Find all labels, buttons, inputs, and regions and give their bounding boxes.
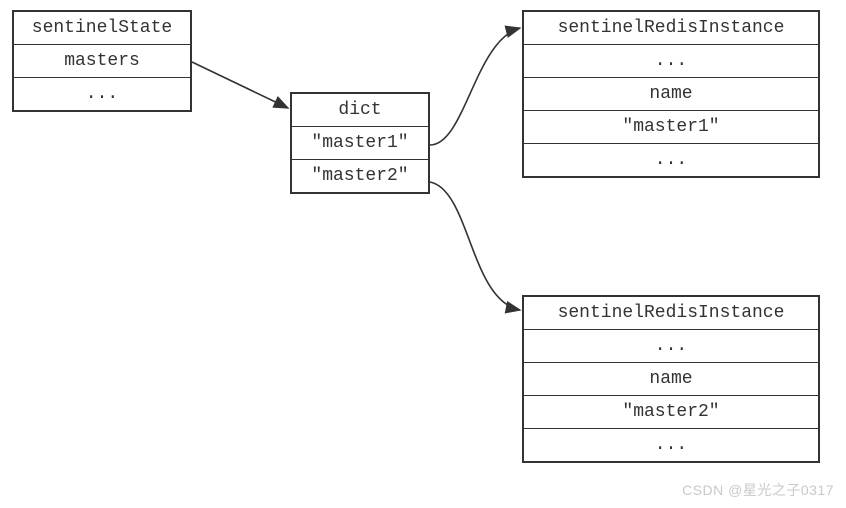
dict-key-master1: "master1" (292, 127, 428, 160)
arrow-masters-to-dict (192, 62, 288, 108)
instance1-ellipsis-2: ... (524, 144, 818, 176)
sentinel-state-title: sentinelState (14, 12, 190, 45)
instance2-ellipsis-2: ... (524, 429, 818, 461)
watermark-text: CSDN @星光之子0317 (682, 480, 834, 500)
redis-instance-1: sentinelRedisInstance ... name "master1"… (522, 10, 820, 178)
sentinel-state-masters: masters (14, 45, 190, 78)
dict-title: dict (292, 94, 428, 127)
instance2-ellipsis-1: ... (524, 330, 818, 363)
instance1-name-value: "master1" (524, 111, 818, 144)
dict-struct: dict "master1" "master2" (290, 92, 430, 194)
instance1-title: sentinelRedisInstance (524, 12, 818, 45)
instance2-name-value: "master2" (524, 396, 818, 429)
redis-instance-2: sentinelRedisInstance ... name "master2"… (522, 295, 820, 463)
arrow-master2-to-instance2 (430, 182, 520, 310)
arrow-master1-to-instance1 (430, 28, 520, 145)
instance1-ellipsis-1: ... (524, 45, 818, 78)
sentinel-state-ellipsis: ... (14, 78, 190, 110)
instance1-name-label: name (524, 78, 818, 111)
instance2-title: sentinelRedisInstance (524, 297, 818, 330)
instance2-name-label: name (524, 363, 818, 396)
sentinel-state-struct: sentinelState masters ... (12, 10, 192, 112)
dict-key-master2: "master2" (292, 160, 428, 192)
